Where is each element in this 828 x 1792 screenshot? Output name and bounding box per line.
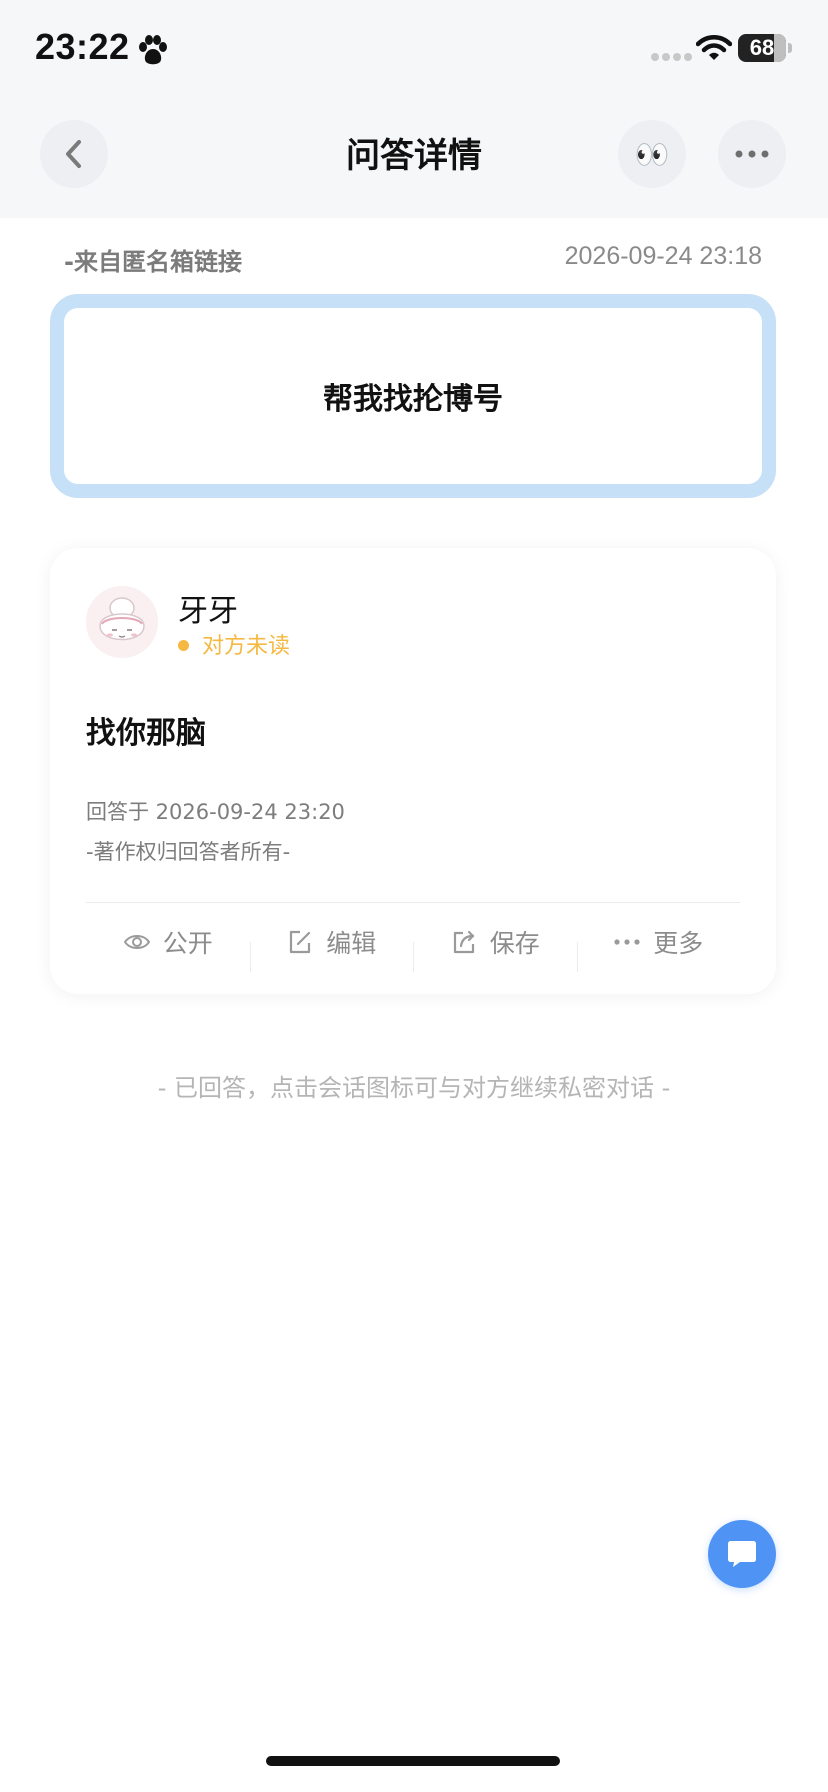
more-options-button[interactable] — [718, 120, 786, 188]
eyes-button[interactable]: 👀 — [618, 120, 686, 188]
question-text: 帮我找抡博号 — [323, 382, 503, 417]
question-card: 帮我找抡博号 — [50, 294, 776, 498]
read-status: 对方未读 — [202, 634, 291, 659]
question-time: 2026-09-24 23:18 — [564, 242, 762, 270]
copyright-note: -著作权归回答者所有- — [86, 840, 291, 864]
answerer-name[interactable]: 牙牙 — [178, 586, 238, 630]
more-label: 更多 — [653, 929, 704, 958]
page-title: 问答详情 — [346, 136, 482, 176]
header-area: 23:22 68 问答详情 👀 — [0, 0, 828, 218]
more-dots-icon — [735, 150, 769, 158]
edit-button[interactable]: 编辑 — [249, 924, 414, 972]
wifi-icon — [696, 35, 732, 60]
eyes-icon: 👀 — [634, 137, 670, 171]
chat-bubble-icon — [728, 1541, 756, 1567]
ellipsis-icon — [614, 939, 640, 945]
public-button[interactable]: 公开 — [86, 924, 250, 960]
answered-at: 回答于 2026-09-24 23:20 — [86, 800, 345, 824]
home-indicator — [266, 1756, 560, 1766]
paw-icon — [139, 35, 167, 65]
avatar-illustration — [86, 586, 158, 658]
answer-card: 牙牙 对方未读 找你那脑 回答于 2026-09-24 23:20 -著作权归回… — [50, 548, 776, 994]
share-export-icon — [453, 930, 474, 954]
battery-empty-portion — [774, 34, 786, 62]
conversation-hint: - 已回答，点击会话图标可与对方继续私密对话 - — [157, 1074, 671, 1102]
edit-label: 编辑 — [326, 929, 377, 958]
eye-icon — [123, 935, 150, 949]
edit-icon — [290, 930, 311, 954]
public-label: 公开 — [162, 929, 213, 958]
avatar[interactable] — [86, 586, 158, 658]
battery-tip — [788, 43, 792, 53]
divider — [86, 902, 740, 903]
unread-dot — [178, 640, 189, 651]
page: 23:22 68 问答详情 👀 -来自匿名箱链接 2026-09-24 23:1… — [0, 0, 828, 1792]
action-bar: 公开 编辑 保存 更多 — [86, 908, 740, 976]
more-button[interactable]: 更多 — [576, 924, 741, 972]
save-button[interactable]: 保存 — [413, 924, 577, 972]
answer-text: 找你那脑 — [86, 716, 206, 751]
save-label: 保存 — [489, 929, 540, 958]
chat-button[interactable] — [708, 1520, 776, 1588]
cellular-signal-icon — [651, 53, 692, 61]
question-source: -来自匿名箱链接 — [64, 248, 242, 276]
status-time: 23:22 — [35, 26, 130, 67]
